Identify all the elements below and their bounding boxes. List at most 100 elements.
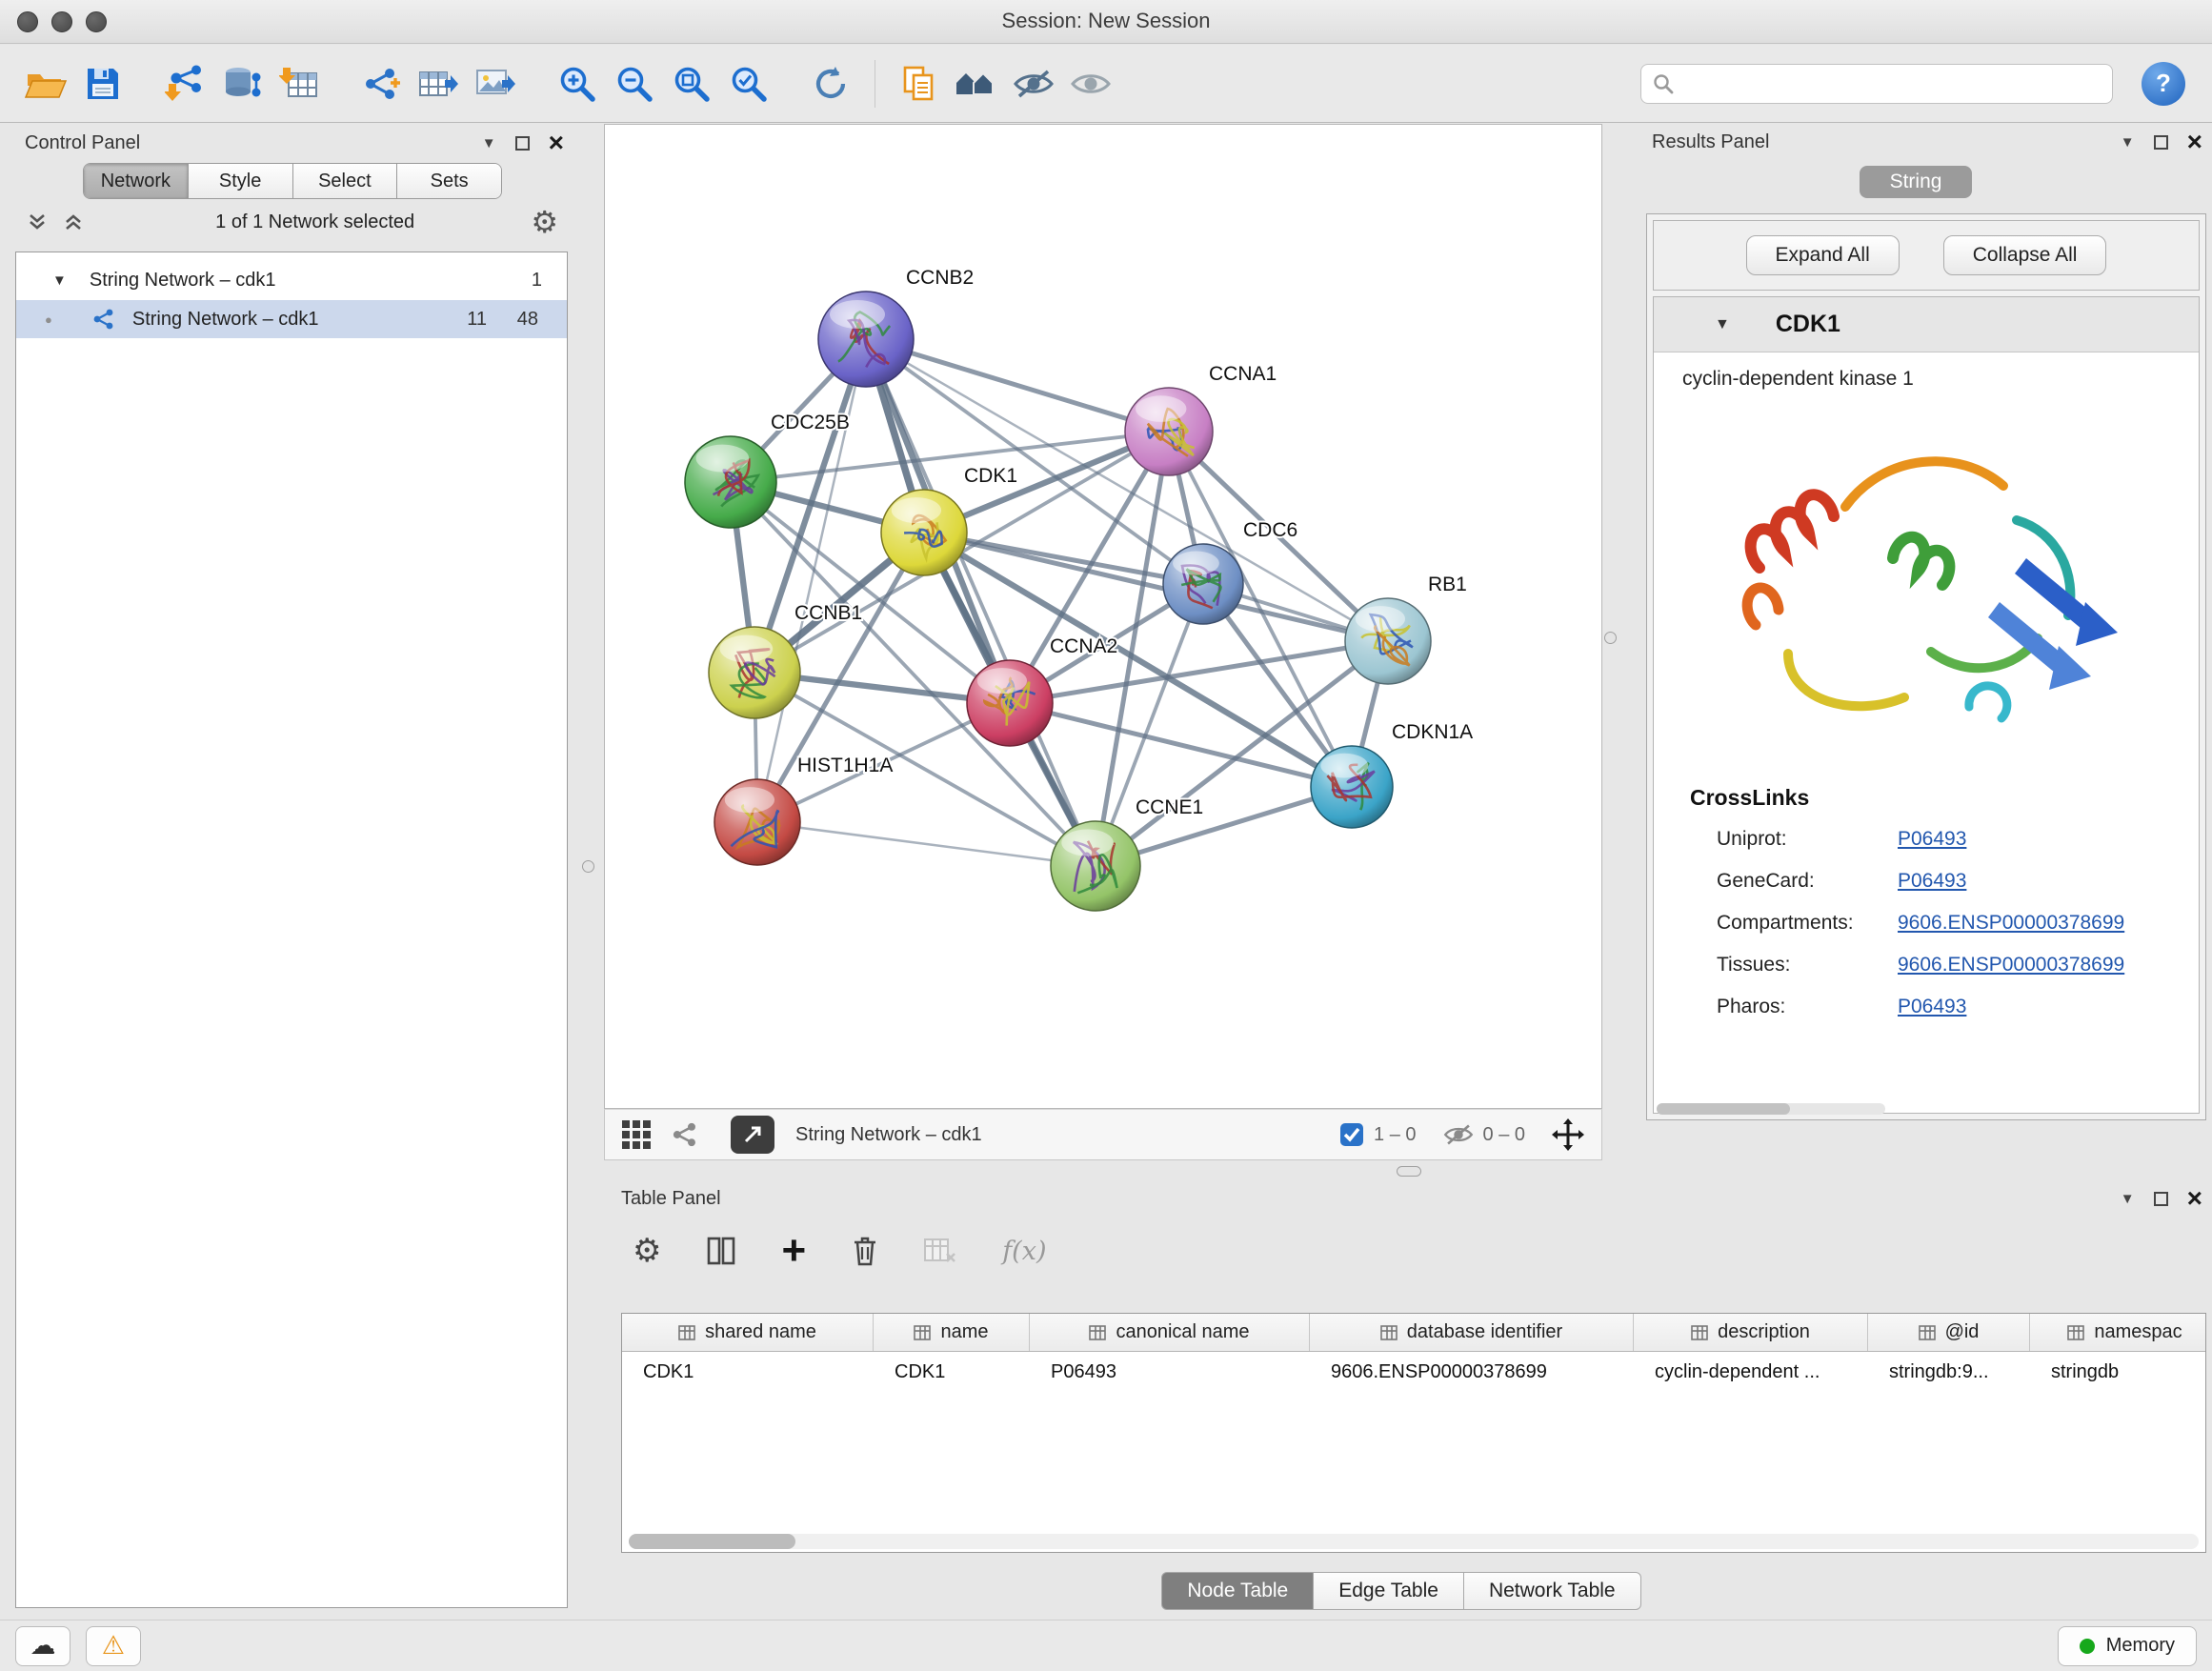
tab-string[interactable]: String	[1860, 166, 1972, 198]
import-table-button[interactable]	[271, 53, 328, 114]
network-overview-button[interactable]	[672, 1122, 698, 1147]
function-builder-button[interactable]: f(x)	[1002, 1237, 1046, 1266]
expand-all-networks-button[interactable]	[27, 213, 48, 231]
string-sites-button[interactable]	[948, 53, 1005, 114]
table-panel-float-icon[interactable]	[2154, 1192, 2168, 1206]
tab-sets[interactable]: Sets	[397, 164, 501, 198]
detach-view-button[interactable]	[731, 1116, 774, 1154]
tab-select[interactable]: Select	[293, 164, 398, 198]
left-splitter-handle[interactable]	[582, 860, 594, 873]
results-panel-float-icon[interactable]	[2154, 135, 2168, 150]
results-panel-collapse-icon[interactable]: ▼	[2121, 135, 2135, 150]
column-type-icon	[914, 1325, 931, 1340]
network-node-CCNA1[interactable]: CCNA1	[1125, 363, 1277, 475]
hidden-eye-slash-icon[interactable]	[1443, 1123, 1474, 1146]
network-node-CDK1[interactable]: CDK1	[881, 465, 1017, 575]
crosslink-link[interactable]: P06493	[1898, 828, 1966, 851]
tab-node-table[interactable]: Node Table	[1161, 1572, 1314, 1610]
network-node-RB1[interactable]: RB1	[1345, 574, 1467, 684]
crosslink-row: GeneCard: P06493	[1717, 870, 2199, 893]
table-cell[interactable]: P06493	[1030, 1352, 1310, 1392]
network-canvas[interactable]: CCNB2CCNA1CDC25BCDK1CDC6RB1CCNB1CCNA2CDK…	[604, 124, 1602, 1109]
hide-panel-button[interactable]	[1005, 53, 1062, 114]
column-header[interactable]: canonical name	[1030, 1314, 1310, 1351]
table-cell[interactable]: CDK1	[874, 1352, 1030, 1392]
tab-edge-table[interactable]: Edge Table	[1314, 1572, 1464, 1610]
table-settings-gear-icon[interactable]: ⚙	[633, 1234, 661, 1268]
help-button[interactable]: ?	[2142, 62, 2185, 106]
grid-view-button[interactable]	[622, 1120, 651, 1149]
apply-layout-button[interactable]	[802, 53, 859, 114]
table-panel-collapse-icon[interactable]: ▼	[2121, 1192, 2135, 1206]
zoom-selected-button[interactable]	[720, 53, 777, 114]
export-table-button[interactable]	[410, 53, 467, 114]
memory-button[interactable]: Memory	[2058, 1626, 2197, 1666]
network-graph[interactable]: CCNB2CCNA1CDC25BCDK1CDC6RB1CCNB1CCNA2CDK…	[605, 125, 1601, 1108]
tree-expand-icon[interactable]: ▼	[52, 272, 67, 289]
zoom-out-button[interactable]	[606, 53, 663, 114]
gene-panel: ▼ CDK1 cyclin-dependent kinase 1	[1653, 296, 2200, 1114]
import-network-file-button[interactable]	[156, 53, 213, 114]
network-node-CCNB1[interactable]: CCNB1	[709, 602, 862, 718]
expand-all-button[interactable]: Expand All	[1746, 235, 1900, 275]
crosslink-link[interactable]: 9606.ENSP00000378699	[1898, 954, 2124, 976]
column-header[interactable]: @id	[1868, 1314, 2030, 1351]
control-panel-float-icon[interactable]	[515, 136, 530, 151]
control-panel-collapse-icon[interactable]: ▼	[482, 136, 496, 151]
crosslink-link[interactable]: 9606.ENSP00000378699	[1898, 912, 2124, 935]
zoom-in-button[interactable]	[549, 53, 606, 114]
column-header[interactable]: description	[1634, 1314, 1868, 1351]
column-header[interactable]: namespac	[2030, 1314, 2206, 1351]
save-session-button[interactable]	[74, 53, 131, 114]
scrollbar-thumb[interactable]	[629, 1534, 795, 1549]
gene-collapse-icon[interactable]: ▼	[1715, 316, 1730, 333]
table-cell[interactable]: 9606.ENSP00000378699	[1310, 1352, 1634, 1392]
create-column-button[interactable]: +	[781, 1232, 806, 1270]
new-network-from-selection-button[interactable]	[352, 53, 410, 114]
delete-table-button[interactable]	[924, 1237, 956, 1265]
tab-network-table[interactable]: Network Table	[1464, 1572, 1641, 1610]
bottom-splitter-handle[interactable]	[1397, 1166, 1421, 1177]
results-panel-close-icon[interactable]: ×	[2187, 133, 2202, 151]
network-collection-row[interactable]: ▼ String Network – cdk1 1	[16, 260, 567, 300]
cloud-button[interactable]: ☁	[15, 1626, 70, 1666]
right-splitter-handle[interactable]	[1604, 632, 1617, 644]
table-cell[interactable]: CDK1	[622, 1352, 874, 1392]
fit-content-button[interactable]	[663, 53, 720, 114]
show-panel-button[interactable]	[1062, 53, 1119, 114]
network-options-gear-icon[interactable]: ⚙	[531, 207, 558, 237]
network-node-HIST1H1A[interactable]: HIST1H1A	[714, 755, 893, 865]
warnings-button[interactable]: ⚠	[86, 1626, 141, 1666]
table-cell[interactable]: stringdb:9...	[1868, 1352, 2030, 1392]
open-session-button[interactable]	[17, 53, 74, 114]
column-header[interactable]: shared name	[622, 1314, 874, 1351]
copy-button[interactable]	[891, 53, 948, 114]
control-panel-close-icon[interactable]: ×	[549, 134, 564, 151]
crosslink-link[interactable]: P06493	[1898, 996, 1966, 1018]
tab-style[interactable]: Style	[189, 164, 293, 198]
column-header[interactable]: name	[874, 1314, 1030, 1351]
export-image-button[interactable]	[467, 53, 524, 114]
collapse-all-button[interactable]: Collapse All	[1943, 235, 2107, 275]
network-row-selected[interactable]: ● String Network – cdk1 11 48	[16, 300, 567, 338]
show-columns-button[interactable]	[707, 1237, 735, 1265]
pan-mode-button[interactable]	[1552, 1118, 1584, 1151]
crosslink-link[interactable]: P06493	[1898, 870, 1966, 893]
results-scrollbar[interactable]	[1657, 1103, 1885, 1115]
gene-header[interactable]: ▼ CDK1	[1654, 297, 2199, 352]
import-network-database-button[interactable]	[213, 53, 271, 114]
selected-checkbox-icon[interactable]	[1339, 1122, 1364, 1147]
tab-network[interactable]: Network	[84, 164, 189, 198]
crosslinks-heading: CrossLinks	[1690, 785, 2199, 811]
collapse-all-networks-button[interactable]	[63, 213, 84, 231]
network-node-CCNB2[interactable]: CCNB2	[818, 267, 974, 387]
table-row[interactable]: CDK1 CDK1 P06493 9606.ENSP00000378699 cy…	[622, 1352, 2206, 1392]
table-cell[interactable]: stringdb	[2030, 1352, 2206, 1392]
delete-column-button[interactable]	[852, 1235, 878, 1267]
table-horizontal-scrollbar[interactable]	[629, 1534, 2199, 1549]
table-cell[interactable]: cyclin-dependent ...	[1634, 1352, 1868, 1392]
search-input[interactable]	[1683, 72, 2101, 94]
network-node-CDKN1A[interactable]: CDKN1A	[1311, 721, 1473, 828]
table-panel-close-icon[interactable]: ×	[2187, 1190, 2202, 1207]
column-header[interactable]: database identifier	[1310, 1314, 1634, 1351]
